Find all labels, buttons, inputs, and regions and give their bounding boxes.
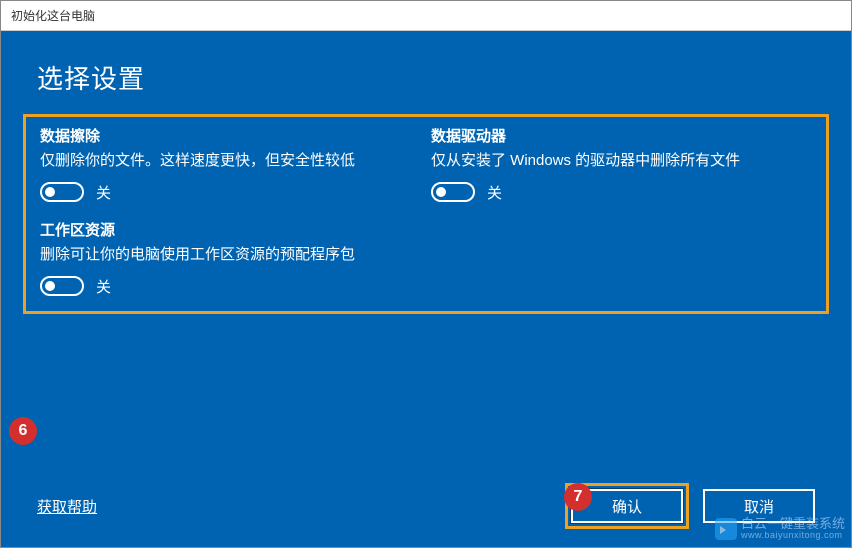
- setting-data-drive: 数据驱动器 仅从安装了 Windows 的驱动器中删除所有文件 关: [431, 125, 812, 203]
- button-row: 确认 取消: [565, 483, 815, 529]
- watermark-sub: www.baiyunxitong.com: [741, 531, 845, 541]
- content-area: 选择设置 数据擦除 仅删除你的文件。这样速度更快，但安全性较低 关 数据驱动器 …: [1, 31, 851, 547]
- page-title: 选择设置: [37, 59, 815, 96]
- settings-highlight-box: 数据擦除 仅删除你的文件。这样速度更快，但安全性较低 关 数据驱动器 仅从安装了…: [23, 114, 829, 314]
- data-erase-toggle[interactable]: [40, 182, 84, 202]
- footer: 获取帮助 确认 取消: [37, 483, 815, 529]
- setting-title: 数据驱动器: [431, 125, 812, 146]
- window-title: 初始化这台电脑: [11, 9, 95, 23]
- toggle-row: 关: [431, 182, 812, 203]
- setting-description: 仅删除你的文件。这样速度更快，但安全性较低: [40, 150, 421, 172]
- window-titlebar: 初始化这台电脑: [1, 1, 851, 31]
- setting-data-erase: 数据擦除 仅删除你的文件。这样速度更快，但安全性较低 关: [40, 125, 421, 203]
- cancel-button[interactable]: 取消: [703, 489, 815, 523]
- setting-workspace: 工作区资源 删除可让你的电脑使用工作区资源的预配程序包 关: [40, 219, 421, 297]
- toggle-label: 关: [487, 182, 502, 203]
- data-drive-toggle[interactable]: [431, 182, 475, 202]
- spacer: [37, 314, 815, 472]
- toggle-label: 关: [96, 276, 111, 297]
- reset-pc-window: 初始化这台电脑 选择设置 数据擦除 仅删除你的文件。这样速度更快，但安全性较低 …: [0, 0, 852, 548]
- setting-description: 删除可让你的电脑使用工作区资源的预配程序包: [40, 244, 421, 266]
- help-link[interactable]: 获取帮助: [37, 496, 97, 517]
- toggle-row: 关: [40, 182, 421, 203]
- empty-cell: [431, 219, 812, 297]
- toggle-label: 关: [96, 182, 111, 203]
- setting-title: 数据擦除: [40, 125, 421, 146]
- setting-description: 仅从安装了 Windows 的驱动器中删除所有文件: [431, 150, 812, 172]
- toggle-row: 关: [40, 276, 421, 297]
- setting-title: 工作区资源: [40, 219, 421, 240]
- annotation-badge-6: 6: [9, 417, 37, 445]
- annotation-badge-7: 7: [564, 483, 592, 511]
- workspace-toggle[interactable]: [40, 276, 84, 296]
